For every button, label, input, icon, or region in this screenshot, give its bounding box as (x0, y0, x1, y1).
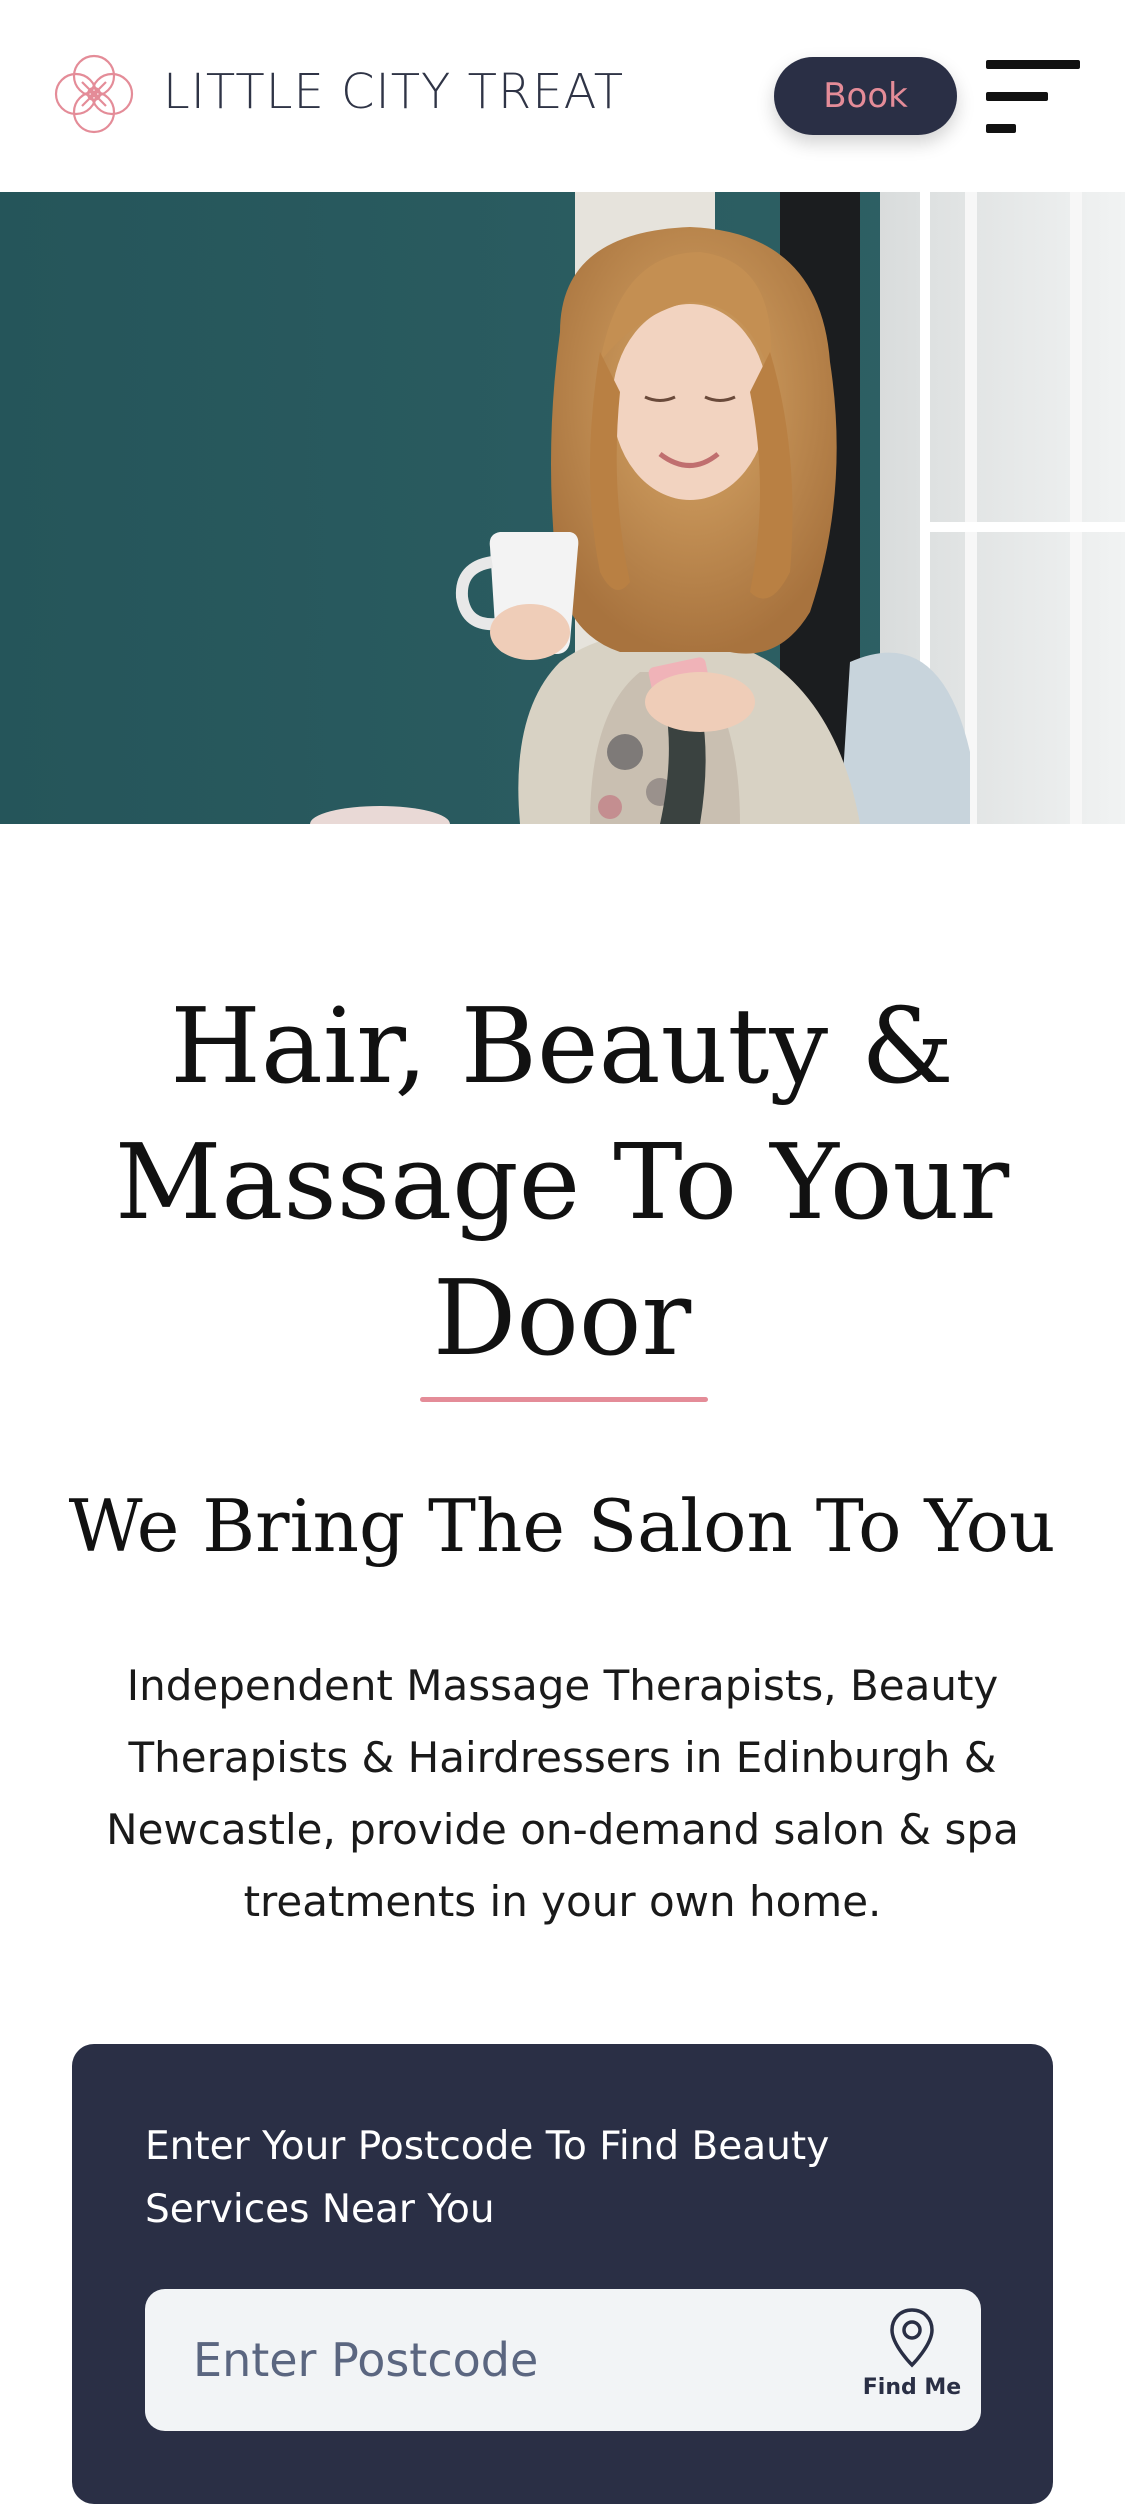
find-me-label: Find Me (862, 2375, 962, 2400)
postcode-field[interactable]: Find Me (145, 2289, 981, 2431)
hero-photo (0, 192, 1125, 824)
brand-name[interactable]: LITTLE CITY TREAT (163, 64, 624, 120)
site-header: LITTLE CITY TREAT Book (0, 0, 1125, 192)
hero-image (0, 192, 1125, 824)
headline-underline (420, 1397, 708, 1402)
postcode-search-title: Enter Your Postcode To Find Beauty Servi… (145, 2124, 830, 2232)
floral-knot-icon[interactable] (46, 46, 142, 142)
find-me-button[interactable]: Find Me (857, 2307, 967, 2417)
intro-paragraph: Independent Massage Therapists, Beauty T… (106, 1661, 1019, 1926)
postcode-search-card (72, 2044, 1053, 2504)
postcode-input[interactable] (193, 2289, 793, 2431)
page-subheading: We Bring The Salon To You (68, 1484, 1056, 1568)
location-pin-icon (890, 2308, 934, 2368)
book-button[interactable]: Book (774, 57, 957, 135)
hamburger-menu-icon[interactable] (982, 56, 1080, 136)
page-headline: Hair, Beauty & Massage To Your Door (114, 985, 1010, 1379)
